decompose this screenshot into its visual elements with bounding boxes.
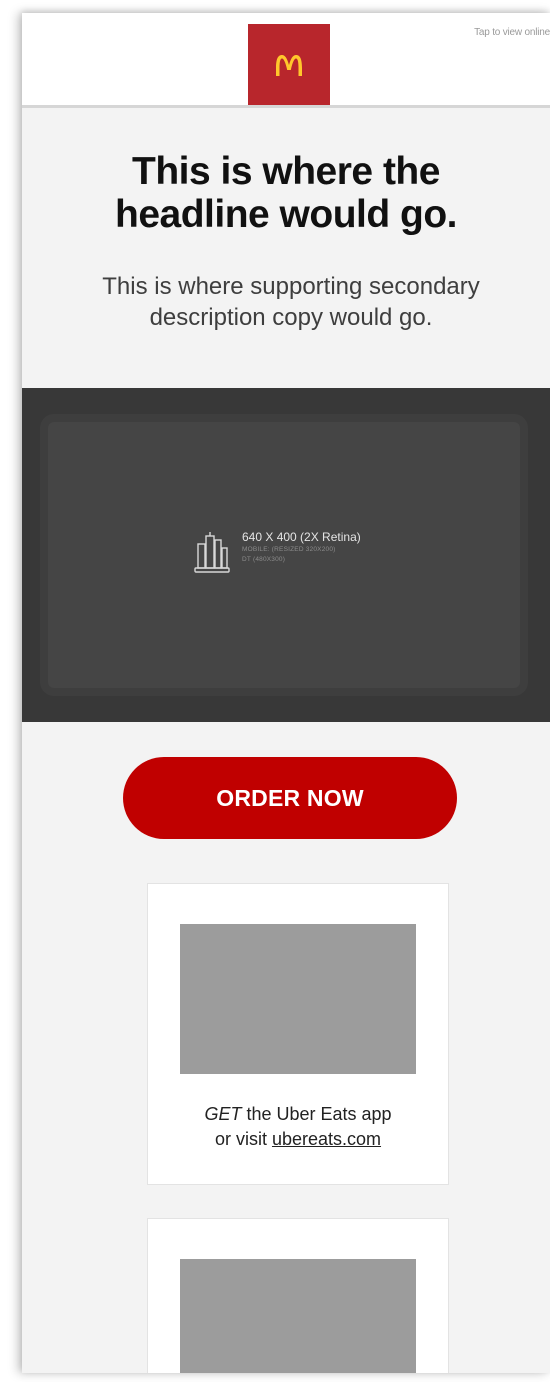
uber-eats-card: GET the Uber Eats app or visit ubereats.… <box>147 883 449 1185</box>
hero-image-placeholder[interactable]: 640 X 400 (2X Retina) MOBILE: (RESIZED 3… <box>22 388 550 722</box>
image-spec-label: 640 X 400 (2X Retina) MOBILE: (RESIZED 3… <box>192 530 361 574</box>
image-mobile-note: MOBILE: (RESIZED 320X200) <box>242 546 336 553</box>
ubereats-link[interactable]: ubereats.com <box>272 1129 381 1149</box>
uber-eats-image-placeholder[interactable] <box>180 924 416 1074</box>
headline-line-2: headline would go. <box>115 193 458 236</box>
card-verb: GET <box>204 1104 242 1124</box>
view-online-link[interactable]: Tap to view online <box>474 27 550 38</box>
card-text-prefix: or visit <box>214 1129 272 1149</box>
image-desktop-note: DT (480X300) <box>242 556 286 563</box>
mcdonalds-logo[interactable] <box>248 24 330 105</box>
card-text-rest: the Uber Eats app <box>241 1104 392 1124</box>
email-frame: Tap to view online This is where the hea… <box>22 13 550 1373</box>
order-now-button[interactable]: ORDER NOW <box>123 757 457 839</box>
headline-line-1: This is where the <box>132 150 440 193</box>
email-header: Tap to view online <box>22 13 550 108</box>
headline: This is where the headline would go. <box>22 150 550 236</box>
image-dimensions: 640 X 400 (2X Retina) <box>242 530 361 544</box>
hero-image-frame: 640 X 400 (2X Retina) MOBILE: (RESIZED 3… <box>48 422 520 688</box>
second-card-image-placeholder[interactable] <box>180 1259 416 1373</box>
secondary-description: This is where supporting secondary descr… <box>102 273 480 331</box>
buildings-laptop-icon <box>194 532 230 573</box>
mcdonalds-arches-icon <box>276 54 302 76</box>
second-card <box>147 1218 449 1373</box>
uber-eats-copy: GET the Uber Eats app or visit ubereats.… <box>148 1102 448 1152</box>
image-spec-text: 640 X 400 (2X Retina) MOBILE: (RESIZED 3… <box>242 530 361 565</box>
